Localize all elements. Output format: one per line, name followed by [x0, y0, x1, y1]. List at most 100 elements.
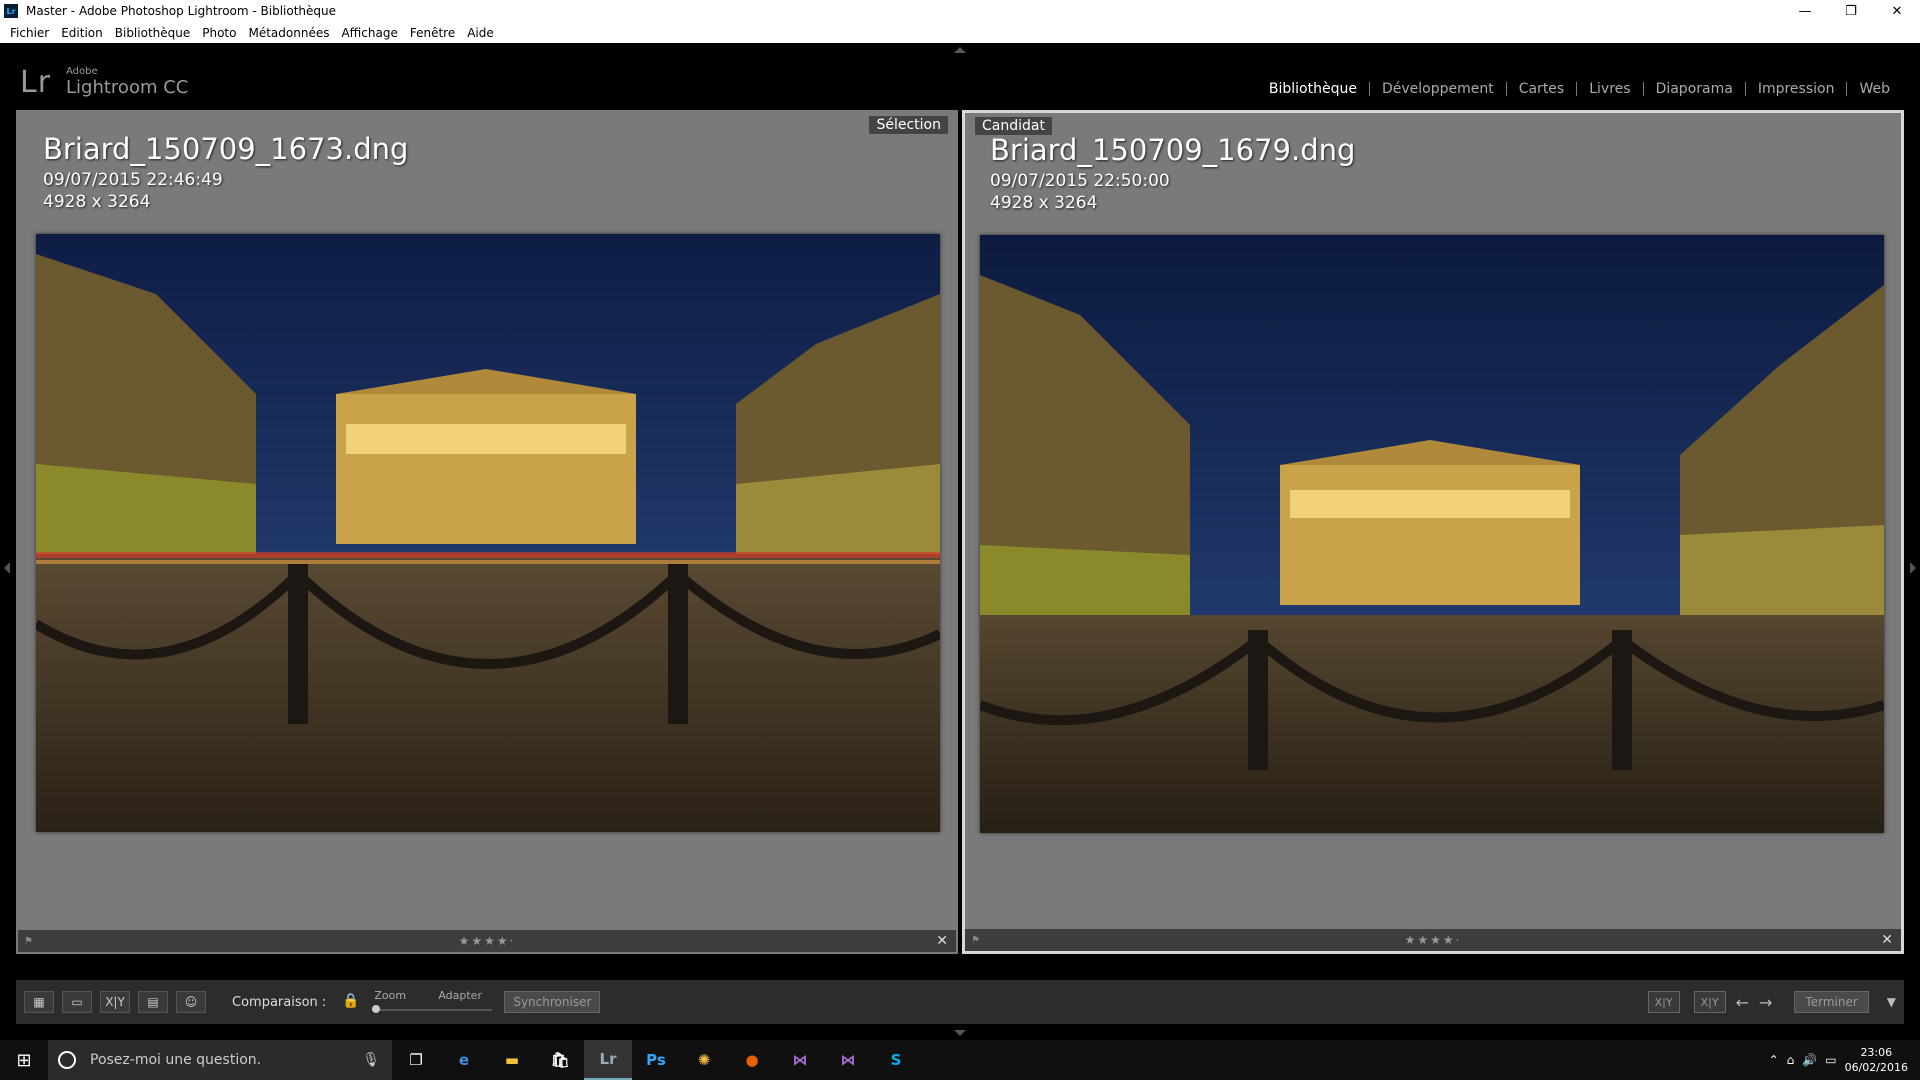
- done-button[interactable]: Terminer: [1794, 991, 1869, 1013]
- photo-dimensions: 4928 x 3264: [990, 193, 1098, 213]
- window-title-bar: Lr Master - Adobe Photoshop Lightroom - …: [0, 0, 1920, 22]
- photo-dimensions: 4928 x 3264: [43, 192, 151, 212]
- flag-icon[interactable]: ⚑: [971, 935, 983, 946]
- edge-icon[interactable]: e: [440, 1040, 488, 1080]
- file-explorer-icon[interactable]: ▬: [488, 1040, 536, 1080]
- module-livres[interactable]: Livres: [1577, 81, 1642, 97]
- clock[interactable]: 23:06 06/02/2016: [1845, 1045, 1908, 1075]
- photo-datetime: 09/07/2015 22:50:00: [990, 171, 1170, 191]
- close-candidate-icon[interactable]: ✕: [1881, 932, 1893, 948]
- survey-view-icon[interactable]: ▤: [138, 991, 168, 1013]
- collapse-right-panel-icon[interactable]: [1910, 562, 1916, 574]
- photoshop-taskbar-icon[interactable]: Ps: [632, 1040, 680, 1080]
- make-select-icon[interactable]: X|Y: [1693, 991, 1726, 1013]
- zoom-track[interactable]: [372, 1009, 493, 1011]
- toolbar-menu-icon[interactable]: ▼: [1887, 995, 1896, 1009]
- network-icon[interactable]: ⌂: [1787, 1053, 1795, 1067]
- module-web[interactable]: Web: [1847, 81, 1902, 97]
- zoom-slider[interactable]: Zoom Adapter: [372, 987, 493, 1017]
- lightroom-logo: Lr: [20, 65, 52, 100]
- taskbar: ⊞ Posez-moi une question. 🎙 ❐ e ▬ 🛍 Lr P…: [0, 1040, 1920, 1080]
- visual-studio-blend-icon[interactable]: ⋈: [824, 1040, 872, 1080]
- toolbar: ▦ ▭ X|Y ▤ ☺ Comparaison : 🔒 Zoom Adapter…: [16, 980, 1904, 1024]
- window-controls: — ❐ ✕: [1782, 0, 1920, 22]
- candidate-photo[interactable]: [980, 235, 1884, 833]
- candidate-pane[interactable]: Candidat Briard_150709_1679.dng 09/07/20…: [962, 110, 1904, 954]
- menu-bibliotheque[interactable]: Bibliothèque: [109, 26, 197, 40]
- cortana-icon: [58, 1051, 76, 1069]
- people-view-icon[interactable]: ☺: [176, 991, 206, 1013]
- minimize-button[interactable]: —: [1782, 0, 1828, 22]
- firefox-icon[interactable]: ●: [728, 1040, 776, 1080]
- visual-studio-icon[interactable]: ⋈: [776, 1040, 824, 1080]
- adobe-label: Adobe: [66, 66, 98, 77]
- restore-button[interactable]: ❐: [1828, 0, 1874, 22]
- search-placeholder[interactable]: Posez-moi une question.: [90, 1052, 362, 1068]
- close-select-icon[interactable]: ✕: [936, 933, 948, 949]
- module-impression[interactable]: Impression: [1746, 81, 1847, 97]
- photo-filename: Briard_150709_1673.dng: [43, 132, 409, 166]
- identity-plate: Lr Adobe Lightroom CC Bibliothèque Dével…: [0, 43, 1920, 110]
- cortana-search[interactable]: Posez-moi une question. 🎙: [48, 1040, 392, 1080]
- action-center-icon[interactable]: ▭: [1825, 1053, 1836, 1067]
- compare-view: Sélection Briard_150709_1673.dng 09/07/2…: [16, 110, 1904, 954]
- grid-view-icon[interactable]: ▦: [24, 991, 54, 1013]
- module-picker: Bibliothèque Développement Cartes Livres…: [1257, 81, 1902, 97]
- select-tag: Sélection: [869, 116, 948, 134]
- lightroom-taskbar-icon[interactable]: Lr: [584, 1040, 632, 1080]
- menu-bar: Fichier Edition Bibliothèque Photo Métad…: [0, 22, 1920, 43]
- candidate-pane-footer: ⚑ ★★★★· ✕: [965, 929, 1901, 951]
- skype-icon[interactable]: S: [872, 1040, 920, 1080]
- loupe-view-icon[interactable]: ▭: [62, 991, 92, 1013]
- time-label: 23:06: [1860, 1046, 1893, 1059]
- previous-arrow-icon[interactable]: ←: [1736, 993, 1749, 1012]
- collapse-top-panel-icon[interactable]: [954, 47, 966, 53]
- collapse-left-panel-icon[interactable]: [4, 562, 10, 574]
- close-button[interactable]: ✕: [1874, 0, 1920, 22]
- lightroom-app-icon: Lr: [4, 4, 18, 18]
- menu-aide[interactable]: Aide: [461, 26, 500, 40]
- rating-stars[interactable]: ★★★★·: [1405, 933, 1462, 947]
- compare-label: Comparaison :: [232, 994, 327, 1010]
- module-diaporama[interactable]: Diaporama: [1644, 81, 1745, 97]
- store-icon[interactable]: 🛍: [536, 1040, 584, 1080]
- system-tray: ⌃ ⌂ 🔊 ▭ 23:06 06/02/2016: [1769, 1040, 1920, 1080]
- opera-night-photo: [36, 234, 940, 832]
- microphone-icon[interactable]: 🎙: [362, 1052, 380, 1068]
- fit-label[interactable]: Adapter: [438, 989, 482, 1002]
- menu-fenetre[interactable]: Fenêtre: [404, 26, 461, 40]
- product-name: Lightroom CC: [66, 77, 189, 98]
- collapse-bottom-panel-icon[interactable]: [954, 1030, 966, 1036]
- pinwheel-icon[interactable]: ✺: [680, 1040, 728, 1080]
- date-label: 06/02/2016: [1844, 1061, 1908, 1074]
- photo-filename: Briard_150709_1679.dng: [990, 133, 1356, 167]
- sync-button[interactable]: Synchroniser: [504, 991, 601, 1013]
- menu-edition[interactable]: Edition: [55, 26, 109, 40]
- menu-photo[interactable]: Photo: [196, 26, 242, 40]
- menu-affichage[interactable]: Affichage: [335, 26, 403, 40]
- module-developpement[interactable]: Développement: [1370, 81, 1506, 97]
- menu-fichier[interactable]: Fichier: [4, 26, 55, 40]
- opera-night-photo: [980, 235, 1884, 833]
- swap-icon[interactable]: X|Y: [1647, 991, 1680, 1013]
- right-tools: X|Y X|Y ← → Terminer ▼: [1634, 991, 1896, 1013]
- tray-chevron-icon[interactable]: ⌃: [1769, 1053, 1779, 1067]
- menu-metadonnees[interactable]: Métadonnées: [242, 26, 335, 40]
- volume-icon[interactable]: 🔊: [1802, 1053, 1817, 1067]
- zoom-label: Zoom: [374, 989, 407, 1002]
- module-bibliotheque[interactable]: Bibliothèque: [1257, 81, 1369, 97]
- photo-datetime: 09/07/2015 22:46:49: [43, 170, 223, 190]
- lock-icon[interactable]: 🔒: [342, 993, 359, 1011]
- compare-view-icon[interactable]: X|Y: [100, 991, 130, 1013]
- select-pane-footer: ⚑ ★★★★· ✕: [18, 930, 956, 952]
- select-pane[interactable]: Sélection Briard_150709_1673.dng 09/07/2…: [16, 110, 958, 954]
- windows-start-icon[interactable]: ⊞: [0, 1040, 48, 1080]
- next-arrow-icon[interactable]: →: [1759, 993, 1772, 1012]
- task-view-icon[interactable]: ❐: [392, 1040, 440, 1080]
- window-title: Master - Adobe Photoshop Lightroom - Bib…: [26, 4, 337, 18]
- select-photo[interactable]: [36, 234, 940, 832]
- flag-icon[interactable]: ⚑: [24, 936, 36, 947]
- zoom-knob[interactable]: [372, 1005, 381, 1013]
- rating-stars[interactable]: ★★★★·: [459, 934, 516, 948]
- module-cartes[interactable]: Cartes: [1507, 81, 1577, 97]
